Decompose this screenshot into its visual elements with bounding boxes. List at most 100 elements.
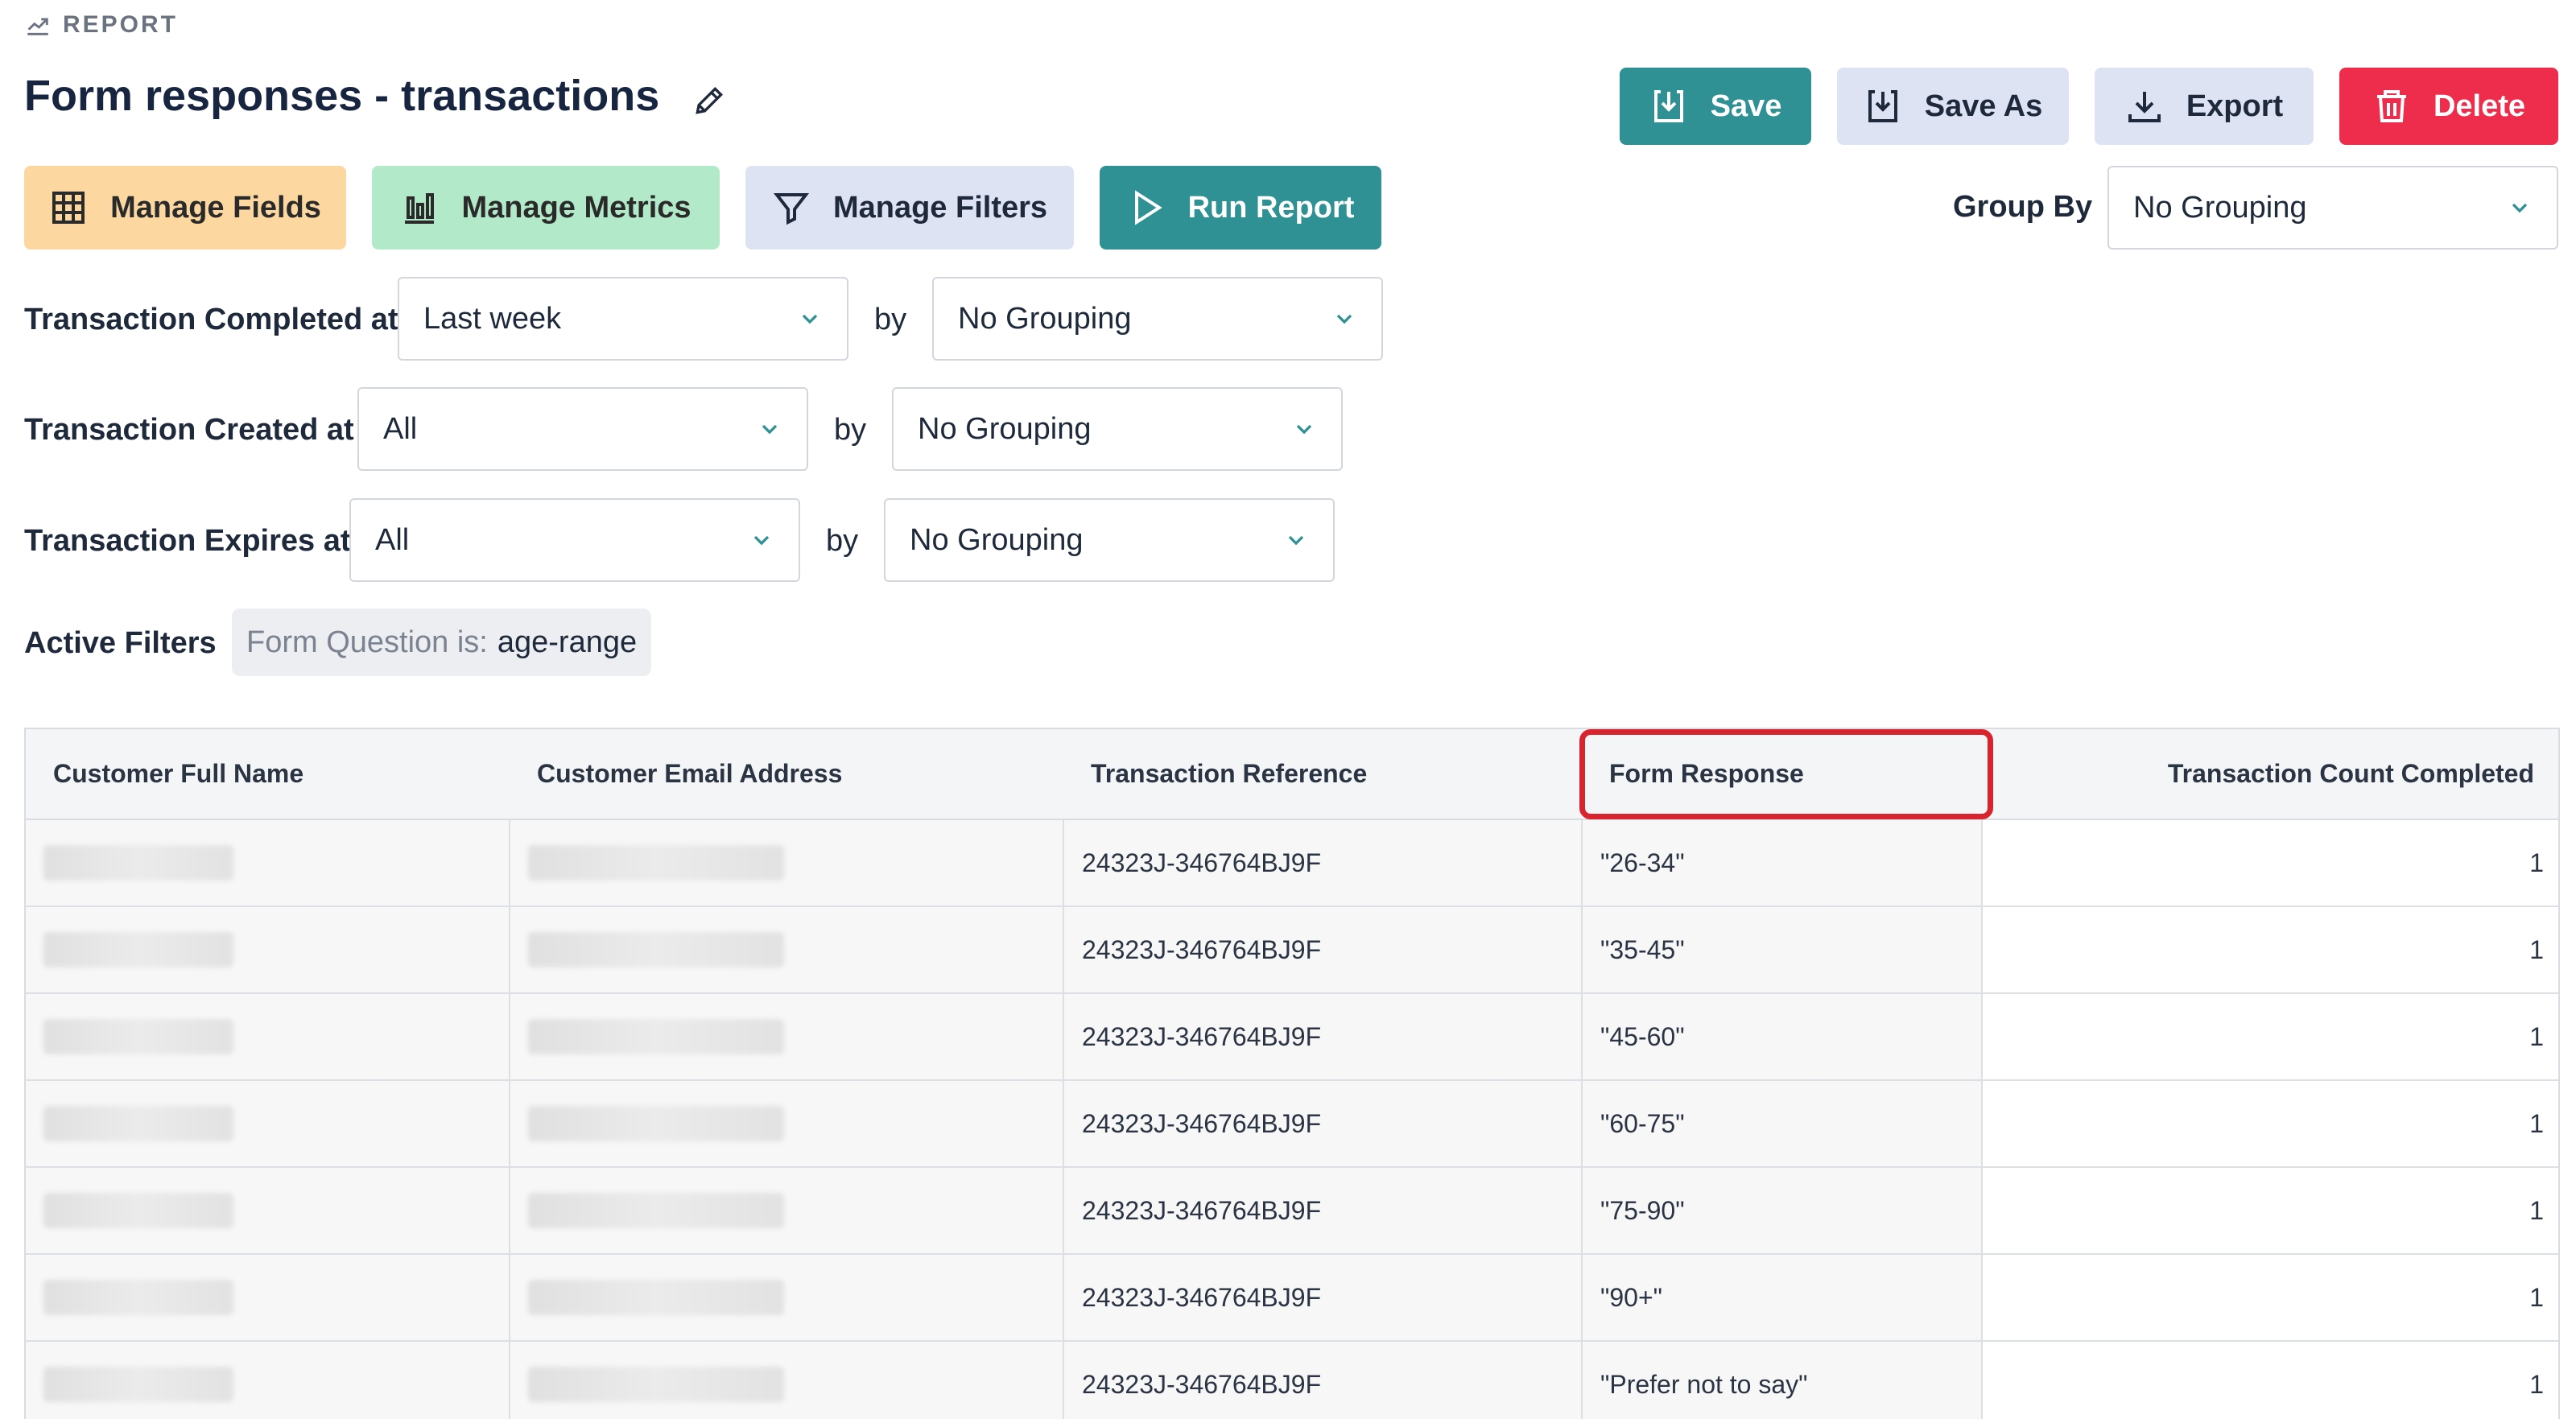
created-at-label: Transaction Created at <box>24 413 354 447</box>
cell-count: 1 <box>1982 1080 2558 1168</box>
chevron-down-icon <box>1296 424 1312 435</box>
redacted-name <box>43 932 233 967</box>
chevron-down-icon <box>1288 535 1304 546</box>
created-at-grouping-select[interactable]: No Grouping <box>892 387 1343 471</box>
column-header-email[interactable]: Customer Email Address <box>510 729 1063 820</box>
manage-filters-label: Manage Filters <box>832 190 1048 225</box>
completed-at-grouping-select[interactable]: No Grouping <box>932 277 1383 361</box>
active-filter-chip[interactable]: Form Question is: age-range <box>232 608 652 676</box>
cell-email <box>510 906 1064 994</box>
cell-reference: 24323J-346764BJ9F <box>1063 1254 1583 1342</box>
run-report-button[interactable]: Run Report <box>1100 166 1381 250</box>
cell-email <box>510 993 1064 1081</box>
chevron-down-icon <box>762 424 778 435</box>
trend-chart-icon <box>27 18 48 35</box>
redacted-name <box>43 1193 233 1228</box>
expires-at-grouping-select[interactable]: No Grouping <box>884 498 1335 582</box>
export-label: Export <box>2186 89 2284 123</box>
expires-at-label: Transaction Expires at <box>24 524 351 558</box>
cell-count: 1 <box>1982 1167 2558 1255</box>
cell-reference: 24323J-346764BJ9F <box>1063 1167 1583 1255</box>
redacted-name <box>43 1367 233 1402</box>
cell-email <box>510 1080 1064 1168</box>
page-title: Form responses - transactions <box>24 72 660 120</box>
redacted-name <box>43 845 233 881</box>
table-row: 24323J-346764BJ9F "90+" 1 <box>26 1254 2558 1342</box>
save-button[interactable]: Save <box>1620 68 1811 145</box>
save-as-label: Save As <box>1924 89 2043 123</box>
cell-reference: 24323J-346764BJ9F <box>1063 1080 1583 1168</box>
redacted-name <box>43 1019 233 1054</box>
trash-icon <box>2376 90 2406 122</box>
delete-button[interactable]: Delete <box>2339 68 2558 145</box>
column-header-reference[interactable]: Transaction Reference <box>1063 729 1582 820</box>
download-icon <box>2128 92 2161 122</box>
cell-name <box>26 1167 510 1255</box>
manage-fields-button[interactable]: Manage Fields <box>24 166 346 250</box>
cell-form-response: "Prefer not to say" <box>1582 1341 1983 1419</box>
cell-name <box>26 906 510 994</box>
chevron-down-icon <box>2512 203 2528 213</box>
chevron-down-icon <box>1336 314 1352 324</box>
column-header-name[interactable]: Customer Full Name <box>26 729 510 820</box>
completed-at-range-value: Last week <box>423 301 562 336</box>
table-header-row: Customer Full Name Customer Email Addres… <box>26 729 2558 820</box>
cell-email <box>510 1167 1064 1255</box>
cell-email <box>510 1341 1064 1419</box>
completed-at-range-select[interactable]: Last week <box>398 277 848 361</box>
redacted-email <box>528 932 784 967</box>
by-label: by <box>826 524 859 558</box>
redacted-email <box>528 1193 784 1228</box>
cell-count: 1 <box>1982 1341 2558 1419</box>
cell-count: 1 <box>1982 1254 2558 1342</box>
grid-icon <box>52 192 85 224</box>
cell-name <box>26 1254 510 1342</box>
filter-icon <box>773 193 810 225</box>
completed-at-grouping-value: No Grouping <box>958 301 1132 336</box>
table-row: 24323J-346764BJ9F "Prefer not to say" 1 <box>26 1341 2558 1419</box>
section-label-text: REPORT <box>63 11 179 38</box>
expires-at-grouping-value: No Grouping <box>910 522 1084 557</box>
report-table: Customer Full Name Customer Email Addres… <box>24 728 2560 1419</box>
group-by-value: No Grouping <box>2133 190 2307 225</box>
cell-reference: 24323J-346764BJ9F <box>1063 1341 1583 1419</box>
active-filters-label: Active Filters <box>24 626 217 660</box>
created-at-grouping-value: No Grouping <box>918 411 1092 446</box>
manage-filters-button[interactable]: Manage Filters <box>745 166 1074 250</box>
expires-at-range-select[interactable]: All <box>349 498 800 582</box>
group-by-select[interactable]: No Grouping <box>2107 166 2558 250</box>
save-as-icon <box>1868 90 1897 122</box>
table-row: 24323J-346764BJ9F "26-34" 1 <box>26 819 2558 907</box>
column-header-form-response[interactable]: Form Response <box>1582 729 1982 820</box>
export-button[interactable]: Export <box>2095 68 2314 145</box>
run-report-label: Run Report <box>1187 190 1355 225</box>
cell-reference: 24323J-346764BJ9F <box>1063 906 1583 994</box>
play-icon <box>1134 190 1162 225</box>
section-label: REPORT <box>24 11 178 39</box>
chip-value: age-range <box>497 625 638 659</box>
redacted-email <box>528 1367 784 1402</box>
pencil-icon[interactable] <box>691 83 727 118</box>
by-label: by <box>834 413 867 447</box>
cell-email <box>510 1254 1064 1342</box>
cell-form-response: "60-75" <box>1582 1080 1983 1168</box>
cell-count: 1 <box>1982 993 2558 1081</box>
created-at-range-select[interactable]: All <box>357 387 808 471</box>
redacted-email <box>528 1019 784 1054</box>
column-header-count[interactable]: Transaction Count Completed <box>1982 729 2558 820</box>
by-label: by <box>874 303 907 336</box>
cell-form-response: "45-60" <box>1582 993 1983 1081</box>
cell-form-response: "90+" <box>1582 1254 1983 1342</box>
expires-at-range-value: All <box>375 522 410 557</box>
save-as-button[interactable]: Save As <box>1837 68 2069 145</box>
save-label: Save <box>1710 89 1782 123</box>
cell-reference: 24323J-346764BJ9F <box>1063 819 1583 907</box>
cell-name <box>26 819 510 907</box>
table-row: 24323J-346764BJ9F "60-75" 1 <box>26 1080 2558 1168</box>
manage-fields-label: Manage Fields <box>110 190 321 225</box>
chevron-down-icon <box>753 535 770 546</box>
chip-key: Form Question is: <box>246 625 488 659</box>
manage-metrics-button[interactable]: Manage Metrics <box>372 166 720 250</box>
group-by-label: Group By <box>1953 190 2093 224</box>
table-row: 24323J-346764BJ9F "45-60" 1 <box>26 993 2558 1081</box>
